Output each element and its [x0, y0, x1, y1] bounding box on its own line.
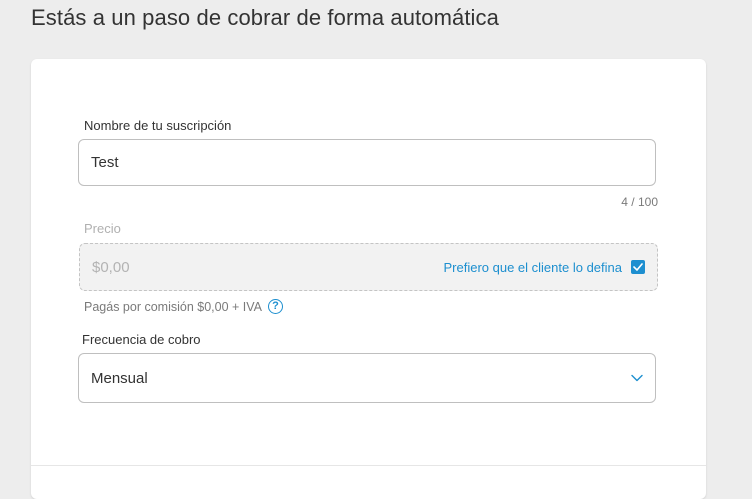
frequency-selected-value: Mensual — [91, 369, 148, 387]
prefer-client-defines-toggle[interactable]: Prefiero que el cliente lo defina — [443, 260, 645, 275]
subscription-name-value: Test — [91, 154, 119, 171]
chevron-down-icon — [631, 374, 643, 382]
subscription-name-input[interactable]: Test — [78, 139, 656, 186]
prefer-client-defines-label: Prefiero que el cliente lo defina — [443, 259, 622, 275]
price-label: Precio — [84, 221, 121, 236]
price-placeholder: $0,00 — [92, 258, 130, 276]
page-title: Estás a un paso de cobrar de forma autom… — [31, 5, 499, 30]
card-divider — [31, 465, 706, 466]
check-icon — [633, 263, 643, 271]
frequency-select[interactable]: Mensual — [78, 353, 656, 403]
price-input: $0,00 Prefiero que el cliente lo defina — [79, 243, 658, 291]
prefer-client-defines-checkbox[interactable] — [631, 260, 645, 274]
frequency-label: Frecuencia de cobro — [82, 332, 201, 347]
commission-info: Pagás por comisión $0,00 + IVA ? — [84, 299, 283, 314]
subscription-name-label: Nombre de tu suscripción — [84, 118, 232, 133]
commission-text: Pagás por comisión $0,00 + IVA — [84, 299, 262, 314]
help-icon[interactable]: ? — [268, 299, 283, 314]
character-counter: 4 / 100 — [621, 195, 658, 209]
subscription-form-card: Nombre de tu suscripción Test 4 / 100 Pr… — [31, 59, 706, 499]
